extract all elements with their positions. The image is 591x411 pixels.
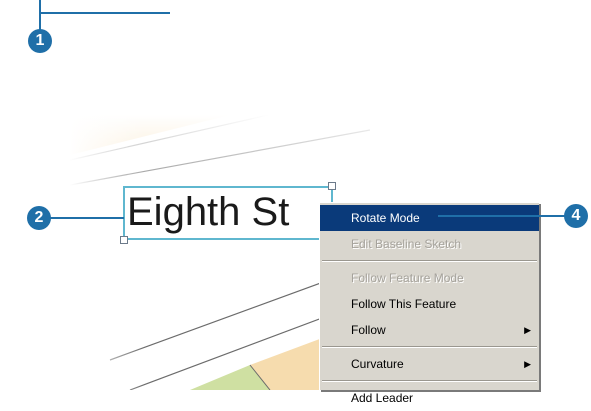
menu-item-label: Follow This Feature: [351, 297, 457, 311]
callout-number-1: 1: [28, 29, 52, 53]
menu-item-label: Edit Baseline Sketch: [351, 237, 462, 251]
menu-item-label: Add Leader: [351, 391, 414, 405]
selection-handle-top-right[interactable]: [328, 182, 336, 190]
callout-number-2: 2: [27, 206, 51, 230]
menu-separator: [322, 380, 537, 382]
menu-item-follow[interactable]: Follow ▶: [320, 317, 539, 343]
menu-item-label: Follow: [351, 323, 386, 337]
menu-item-curvature[interactable]: Curvature ▶: [320, 351, 539, 377]
menu-item-add-leader[interactable]: Add Leader: [320, 385, 539, 411]
callout-number-4: 4: [564, 204, 588, 228]
callout-4-line: [438, 215, 566, 217]
callout-2-line: [50, 217, 124, 219]
context-menu[interactable]: Rotate Mode Edit Baseline Sketch Follow …: [319, 202, 539, 405]
menu-item-edit-baseline-sketch: Edit Baseline Sketch: [320, 231, 539, 257]
callout-1-horizontal-line: [39, 12, 170, 14]
menu-item-label: Curvature: [351, 357, 404, 371]
menu-item-follow-this-feature[interactable]: Follow This Feature: [320, 291, 539, 317]
selection-handle-bottom-left[interactable]: [120, 236, 128, 244]
menu-item-label: Follow Feature Mode: [351, 271, 464, 285]
menu-item-rotate-mode[interactable]: Rotate Mode: [320, 205, 539, 231]
menu-separator: [322, 260, 537, 262]
menu-separator: [322, 346, 537, 348]
menu-item-label: Rotate Mode: [351, 211, 420, 225]
menu-item-follow-feature-mode: Follow Feature Mode: [320, 265, 539, 291]
callout-1-vertical-line: [39, 0, 41, 32]
map-label-text[interactable]: Eighth St: [127, 188, 289, 236]
submenu-arrow-icon: ▶: [524, 325, 531, 335]
submenu-arrow-icon: ▶: [524, 359, 531, 369]
